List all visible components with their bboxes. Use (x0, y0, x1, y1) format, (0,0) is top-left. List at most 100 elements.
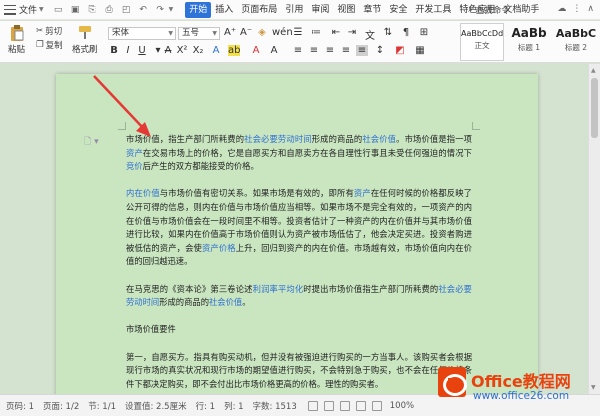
file-menu-caret-icon[interactable]: ▼ (39, 6, 44, 13)
align-center-icon[interactable]: ≡ (308, 45, 320, 56)
grow-font-icon[interactable]: A⁺ (224, 27, 236, 38)
align-right-icon[interactable]: ≡ (324, 45, 336, 56)
copy-button[interactable]: ❐ 复制 (36, 39, 63, 51)
font-name-select[interactable]: 宋体 ▼ (108, 27, 176, 40)
status-page-number[interactable]: 页码: 1 (6, 400, 34, 412)
strikethrough-icon[interactable]: A (162, 45, 174, 56)
more-icon[interactable]: ⋮ (572, 4, 581, 14)
style-normal[interactable]: AaBbCcDd 正文 (460, 23, 504, 61)
web-layout-icon[interactable] (339, 400, 350, 411)
char-border-icon[interactable]: A (268, 45, 280, 56)
tab-developer[interactable]: 开发工具 (411, 2, 455, 18)
file-menu[interactable]: 文件 (19, 3, 37, 16)
paragraph-5: 第一，自愿买方。指具有购买动机，但并没有被强迫进行购买的一方当事人。该购买者会根… (126, 351, 472, 389)
ribbon-toolbar: 粘贴 ✂ 剪切 ❐ 复制 格式刷 宋体 ▼ 五号 ▼ A⁺ A⁻ ◈ wén B I… (0, 21, 600, 63)
clear-format-icon[interactable]: ◈ (256, 27, 268, 38)
cut-button[interactable]: ✂ 剪切 (36, 25, 62, 37)
subscript-icon[interactable]: X₂ (192, 45, 204, 56)
superscript-icon[interactable]: X² (176, 45, 188, 56)
tab-page-layout[interactable]: 页面布局 (237, 2, 281, 18)
show-marks-icon[interactable]: ¶ (400, 27, 412, 38)
numbered-list-icon[interactable]: ≔ (310, 27, 322, 38)
scroll-up-icon[interactable]: ▲ (591, 67, 596, 74)
paragraph-4-heading: 市场价值要件 (126, 324, 176, 335)
status-wordcount[interactable]: 字数: 1513 (253, 400, 297, 412)
borders-icon[interactable]: ⊞ (418, 27, 430, 38)
vertical-scrollbar[interactable]: ▲ ▼ (588, 64, 600, 394)
chinese-layout-icon[interactable]: 文 (364, 27, 376, 42)
link[interactable]: 社会价值 (362, 134, 396, 144)
format-painter-button[interactable]: 格式刷 (72, 24, 98, 55)
open-folder-icon[interactable]: ▭ (53, 4, 64, 15)
print-layout-icon[interactable] (323, 400, 334, 411)
status-setting[interactable]: 设置值: 2.5厘米 (125, 400, 187, 412)
reading-mode-icon[interactable] (371, 400, 382, 411)
document-page[interactable]: 🗋 ▾ 市场价值，指生产部门所耗费的社会必要劳动时间形成的商品的社会价值。市场价… (56, 74, 538, 394)
link[interactable]: 利润率平均化 (253, 284, 304, 294)
font-color-icon[interactable]: A (250, 45, 262, 56)
para-border-icon[interactable]: ▦ (414, 45, 426, 56)
link[interactable]: 竞价 (126, 161, 143, 171)
text-effect-icon[interactable]: A (210, 45, 222, 56)
style-heading-1[interactable]: AaBb 标题 1 (506, 23, 552, 61)
paste-icon (10, 25, 23, 41)
quick-access-caret-icon[interactable]: ▼ (169, 6, 174, 13)
increase-indent-icon[interactable]: ⇥ (346, 27, 358, 38)
bold-icon[interactable]: B (108, 45, 120, 56)
decrease-indent-icon[interactable]: ⇤ (330, 27, 342, 38)
highlight-icon[interactable]: ab (228, 45, 240, 56)
hamburger-menu-icon[interactable] (4, 4, 16, 15)
link[interactable]: 社会必要劳动时间 (244, 134, 312, 144)
save-icon[interactable]: ▣ (70, 4, 81, 15)
spellcheck-icon[interactable] (307, 400, 318, 411)
font-size-select[interactable]: 五号 ▼ (178, 27, 220, 40)
document-content[interactable]: 市场价值，指生产部门所耗费的社会必要劳动时间形成的商品的社会价值。市场价值是指一… (126, 133, 472, 394)
line-spacing-icon[interactable]: ↕ (374, 45, 386, 56)
format-painter-label: 格式刷 (72, 45, 98, 55)
redo-icon[interactable]: ↷ (155, 4, 166, 15)
document-area[interactable]: 🗋 ▾ 市场价值，指生产部门所耗费的社会必要劳动时间形成的商品的社会价值。市场价… (0, 64, 588, 394)
tab-security[interactable]: 安全 (385, 2, 411, 18)
undo-icon[interactable]: ↶ (138, 4, 149, 15)
command-search[interactable]: ⌕ 查找命令 (468, 4, 544, 16)
zoom-level[interactable]: 100% (390, 401, 414, 411)
chevron-down-icon: ▼ (168, 30, 173, 37)
search-icon: ⌕ (468, 5, 473, 15)
pinyin-icon[interactable]: wén (272, 27, 293, 38)
print-icon[interactable]: ⎙ (104, 4, 115, 15)
link[interactable]: 资产价格 (202, 243, 236, 253)
tab-review[interactable]: 审阅 (307, 2, 333, 18)
link[interactable]: 资产 (354, 188, 371, 198)
tab-view[interactable]: 视图 (333, 2, 359, 18)
italic-icon[interactable]: I (122, 45, 134, 56)
margin-corner-top-left (118, 122, 126, 130)
status-section[interactable]: 节: 1/1 (88, 400, 116, 412)
export-icon[interactable]: ⎘ (87, 4, 98, 15)
bullet-list-icon[interactable]: ☰ (292, 27, 304, 38)
link[interactable]: 社会价值 (209, 297, 242, 307)
shading-icon[interactable]: ◩ (394, 45, 406, 56)
shrink-font-icon[interactable]: A⁻ (240, 27, 252, 38)
tab-home[interactable]: 开始 (185, 1, 212, 18)
paste-button[interactable]: 粘贴 (8, 24, 25, 55)
outline-view-icon[interactable] (355, 400, 366, 411)
underline-icon[interactable]: U (136, 45, 148, 56)
justify-icon[interactable]: ≡ (340, 45, 352, 56)
sort-icon[interactable]: ⇅ (382, 27, 394, 38)
style-heading-2[interactable]: AaBbC 标题 2 (554, 23, 598, 61)
status-pages[interactable]: 页面: 1/2 (43, 400, 79, 412)
tab-section[interactable]: 章节 (359, 2, 385, 18)
text: 。市场价值是指一项 (396, 134, 472, 144)
collapse-icon[interactable]: ∧ (587, 4, 594, 14)
scrollbar-thumb[interactable] (591, 78, 598, 138)
distributed-align-icon[interactable]: ≡ (356, 45, 368, 56)
document-icon[interactable]: 🗋 ▾ (84, 134, 99, 150)
print-preview-icon[interactable]: ◰ (121, 4, 132, 15)
link[interactable]: 内在价值 (126, 188, 160, 198)
link[interactable]: 资产 (126, 148, 143, 158)
align-left-icon[interactable]: ≡ (292, 45, 304, 56)
text: 与市场价值有密切关系。如果市场是有效的，即所有 (159, 188, 354, 199)
cloud-icon[interactable]: ☁ (557, 4, 566, 14)
tab-references[interactable]: 引用 (281, 2, 307, 18)
tab-insert[interactable]: 插入 (211, 2, 237, 18)
